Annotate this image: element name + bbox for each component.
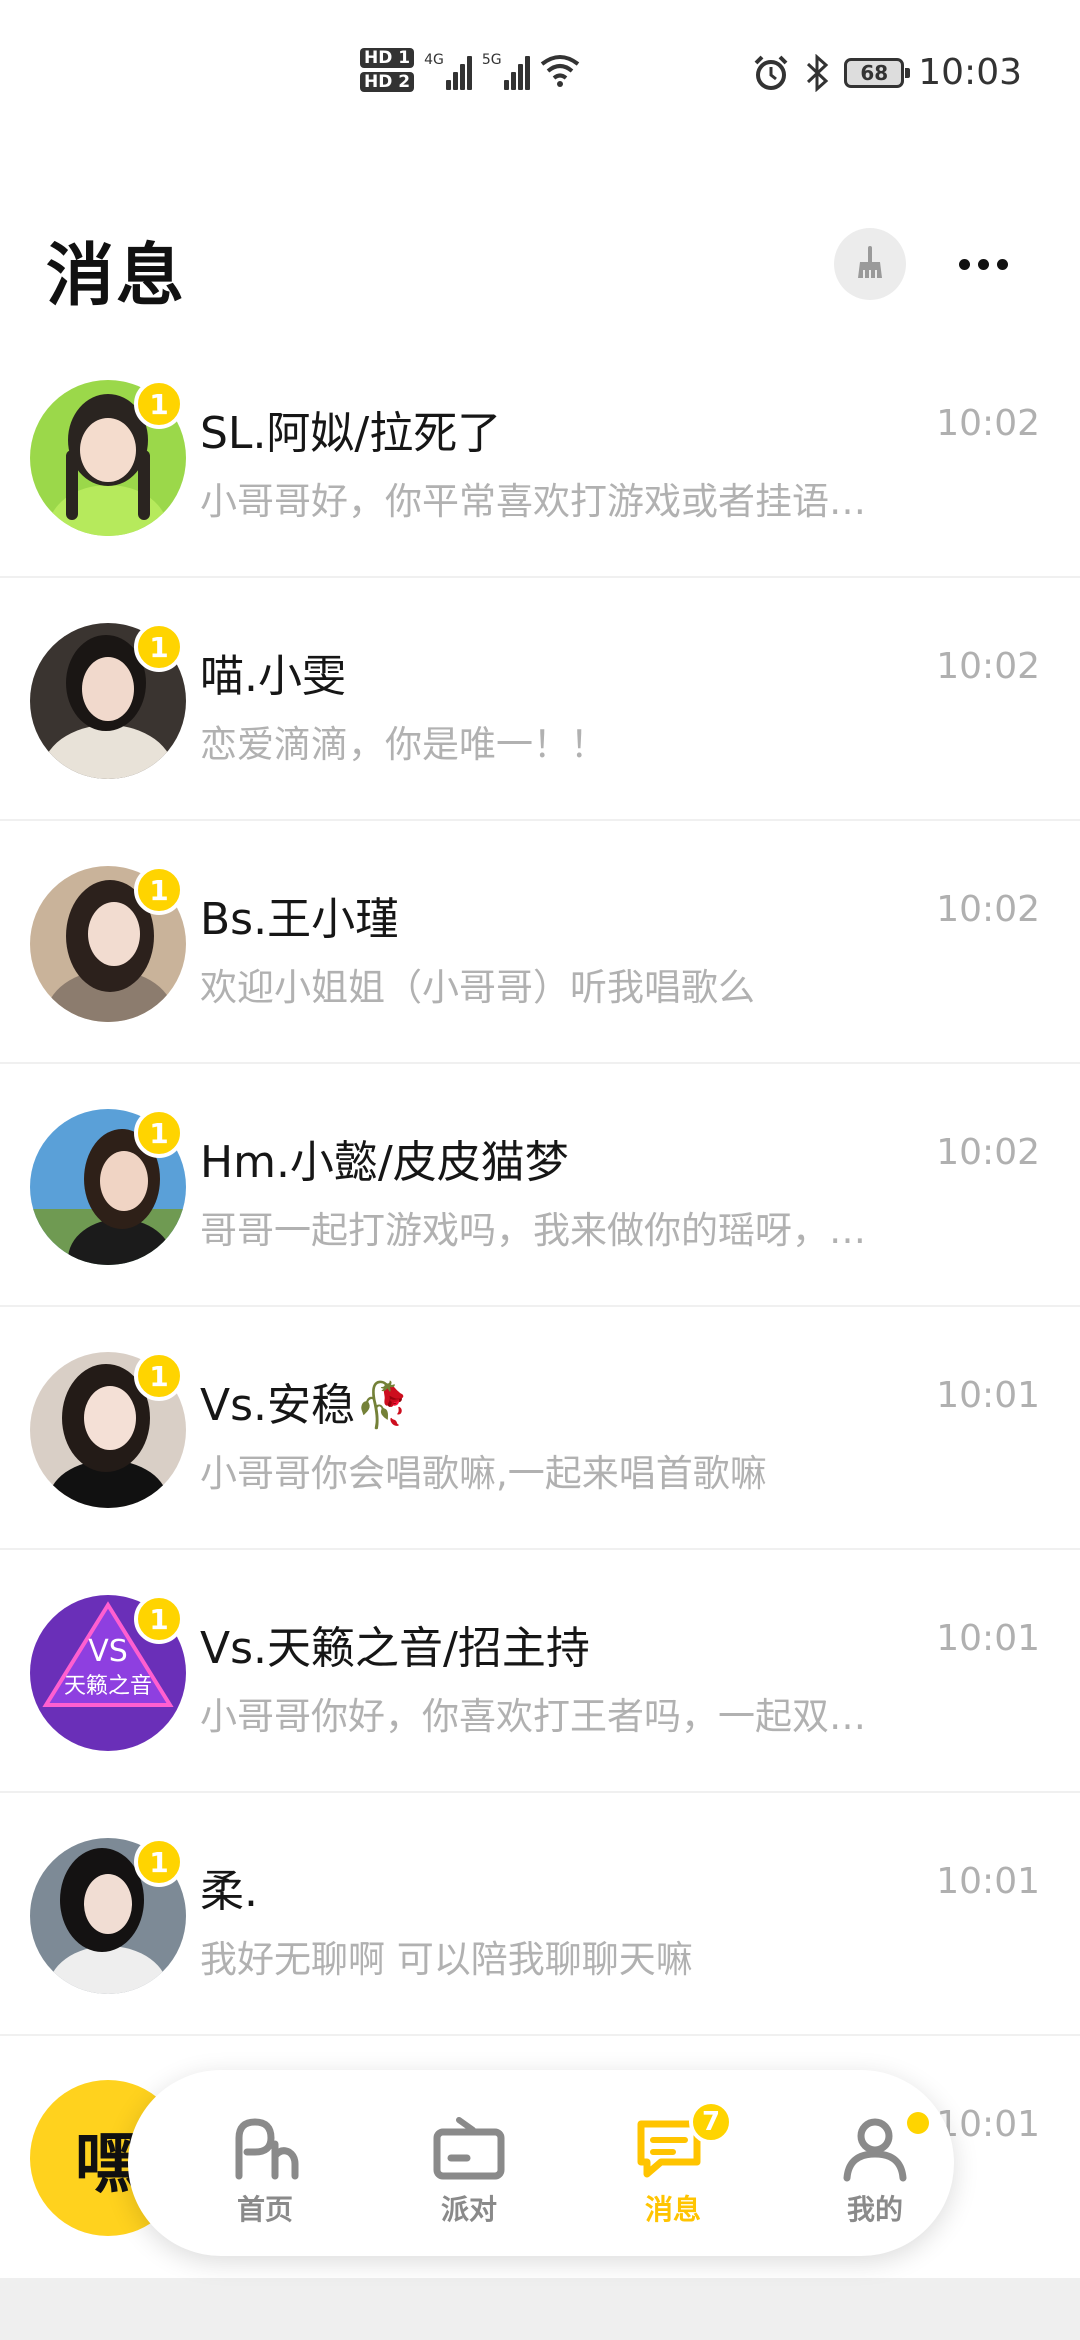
conversation-preview: 小哥哥好，你平常喜欢打游戏或者挂语…	[200, 480, 866, 523]
status-bar: HD 1 HD 2 4G 5G 68 10:03	[0, 0, 1080, 130]
conversation-name: Vs.安稳🥀	[200, 1380, 410, 1431]
tab-label: 我的	[846, 2193, 903, 2226]
status-left: HD 1 HD 2 4G 5G	[360, 48, 580, 92]
conversation-preview: 哥哥一起打游戏吗，我来做你的瑶呀，…	[200, 1209, 866, 1252]
conversation-name: 喵.小雯	[200, 651, 346, 702]
messages-unread-badge: 7	[689, 2100, 733, 2144]
conversation-item[interactable]: 1 喵.小雯 10:02 恋爱滴滴，你是唯一！！	[0, 578, 1080, 821]
conversation-preview: 恋爱滴滴，你是唯一！！	[200, 723, 607, 766]
tab-label: 派对	[440, 2193, 497, 2226]
messages-tab-icon: 7	[633, 2100, 733, 2182]
party-tab-icon	[429, 2114, 509, 2182]
tab-mine[interactable]: 我的	[780, 2070, 970, 2256]
conversation-item[interactable]: 1 柔. 10:01 我好无聊啊 可以陪我聊聊天嘛	[0, 1793, 1080, 2036]
more-dot-icon	[958, 258, 970, 270]
conversation-item[interactable]: 1 SL.阿姒/拉死了 10:02 小哥哥好，你平常喜欢打游戏或者挂语…	[0, 335, 1080, 578]
conversation-list: 1 SL.阿姒/拉死了 10:02 小哥哥好，你平常喜欢打游戏或者挂语… 1 喵…	[0, 335, 1080, 2279]
tab-label: 消息	[644, 2193, 701, 2226]
header: 消息	[0, 200, 1080, 320]
conversation-preview: 小哥哥你好，你喜欢打王者吗，一起双…	[200, 1695, 866, 1738]
unread-badge: 1	[134, 1837, 184, 1887]
conversation-time: 10:01	[936, 1618, 1040, 1659]
hd1-indicator: HD 1	[360, 48, 415, 68]
conversation-preview: 小哥哥你会唱歌嘛,一起来唱首歌嘛	[200, 1452, 767, 1495]
conversation-time: 10:01	[936, 1861, 1040, 1902]
conversation-name: Bs.王小瑾	[200, 894, 400, 945]
conversation-name: 柔.	[200, 1866, 258, 1917]
unread-badge: 1	[134, 379, 184, 429]
clock: 10:03	[918, 52, 1022, 93]
conversation-preview: 欢迎小姐姐（小哥哥）听我唱歌么	[200, 966, 755, 1009]
bottom-safe-area	[0, 2278, 1080, 2340]
tab-party[interactable]: 派对	[374, 2070, 564, 2256]
hd2-indicator: HD 2	[360, 72, 415, 92]
conversation-name: SL.阿姒/拉死了	[200, 408, 502, 459]
alarm-icon	[754, 55, 788, 90]
conversation-time: 10:02	[936, 403, 1040, 444]
conversation-time: 10:01	[936, 1375, 1040, 1416]
conversation-item[interactable]: 1 Hm.小懿/皮皮猫梦 10:02 哥哥一起打游戏吗，我来做你的瑶呀，…	[0, 1064, 1080, 1307]
wifi-icon	[540, 55, 579, 87]
conversation-time: 10:02	[936, 889, 1040, 930]
broom-icon	[858, 246, 882, 278]
battery-indicator: 68	[844, 57, 911, 88]
tab-messages[interactable]: 7 消息	[578, 2070, 768, 2256]
more-options-button[interactable]	[950, 228, 1016, 300]
tab-label: 首页	[236, 2193, 293, 2226]
mine-notification-dot	[907, 2112, 929, 2134]
unread-badge: 1	[134, 622, 184, 672]
net1-label: 4G	[424, 52, 444, 68]
signal-5g-icon: 5G	[482, 50, 530, 90]
net2-label: 5G	[481, 52, 502, 68]
signal-4g-icon: 4G	[424, 50, 472, 90]
hd-indicators: HD 1 HD 2	[360, 48, 415, 92]
page-title: 消息	[46, 237, 187, 316]
conversation-time: 10:02	[936, 646, 1040, 687]
bottom-tab-bar: 首页 派对 7 消息 我的	[128, 2070, 954, 2256]
avatar-title-text: 天籁之音	[64, 1674, 152, 1699]
more-dot-icon	[977, 258, 989, 270]
unread-badge: 1	[134, 1108, 184, 1158]
conversation-item[interactable]: 1 Bs.王小瑾 10:02 欢迎小姐姐（小哥哥）听我唱歌么	[0, 821, 1080, 1064]
unread-badge: 1	[134, 1351, 184, 1401]
conversation-time: 10:02	[936, 1132, 1040, 1173]
mine-tab-icon	[835, 2112, 929, 2182]
conversation-name: Vs.天籁之音/招主持	[200, 1623, 590, 1674]
more-dot-icon	[996, 258, 1008, 270]
unread-badge: 1	[134, 865, 184, 915]
tv-icon	[433, 2117, 505, 2180]
bluetooth-icon	[807, 53, 829, 92]
conversation-preview: 我好无聊啊 可以陪我聊聊天嘛	[200, 1938, 693, 1981]
conversation-name: Hm.小懿/皮皮猫梦	[200, 1137, 569, 1188]
avatar-vs-text: VS	[88, 1634, 128, 1669]
home-tab-icon	[225, 2114, 305, 2182]
conversation-item[interactable]: VS 天籁之音 1 Vs.天籁之音/招主持 10:01 小哥哥你好，你喜欢打王者…	[0, 1550, 1080, 1793]
user-icon	[843, 2118, 907, 2182]
home-icon	[235, 2118, 299, 2180]
clear-unread-button[interactable]	[834, 228, 906, 300]
conversation-item[interactable]: 1 Vs.安稳🥀 10:01 小哥哥你会唱歌嘛,一起来唱首歌嘛	[0, 1307, 1080, 1550]
status-right: 68 10:03	[752, 52, 1022, 93]
tab-home[interactable]: 首页	[170, 2070, 360, 2256]
unread-badge: 1	[134, 1594, 184, 1644]
